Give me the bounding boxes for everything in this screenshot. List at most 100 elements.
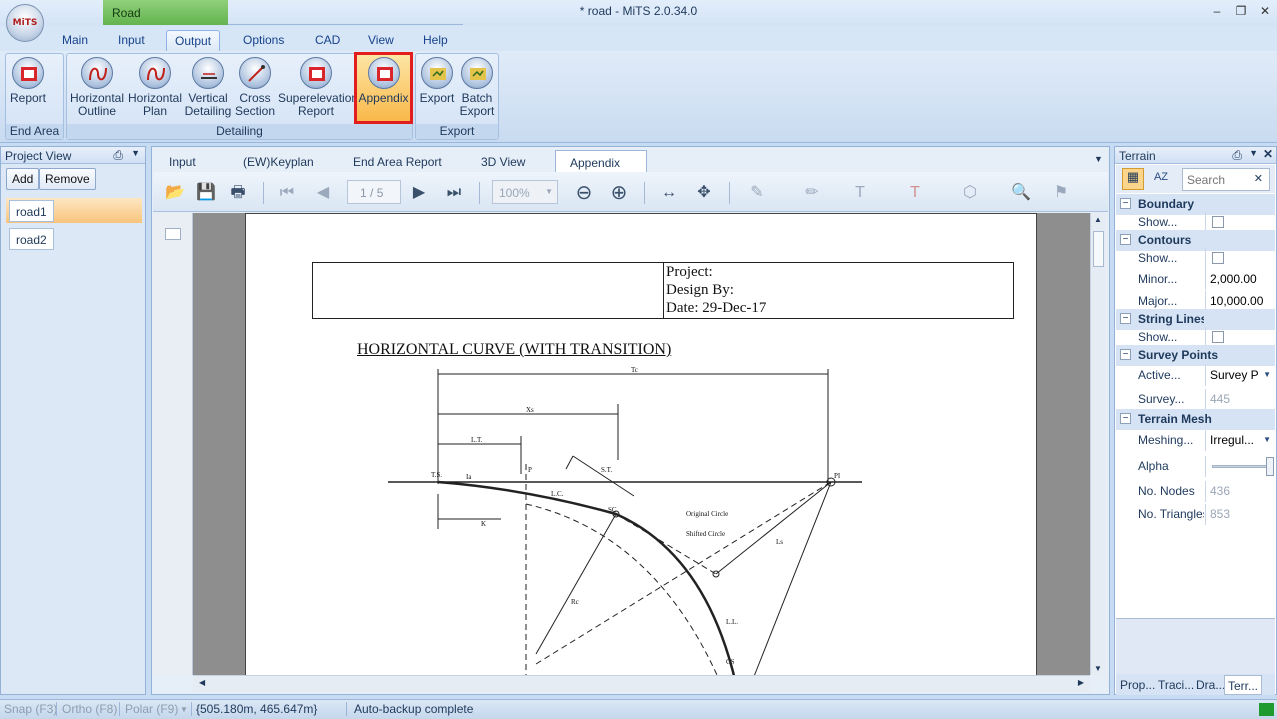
fit-width-icon[interactable]: ↔ bbox=[658, 182, 680, 204]
tab-options[interactable]: Options bbox=[235, 30, 292, 52]
label-ll: L.L. bbox=[726, 618, 738, 626]
button-label: Detailing bbox=[184, 104, 232, 118]
chevron-down-icon[interactable]: ▼ bbox=[1094, 154, 1103, 164]
zoom-out-icon[interactable]: ⊖ bbox=[573, 182, 595, 204]
button-label: Appendix bbox=[358, 91, 409, 105]
category-survey-points[interactable]: − Survey Points bbox=[1116, 345, 1275, 366]
fill-icon[interactable]: ⚑ bbox=[1050, 182, 1072, 204]
list-item[interactable]: road2 bbox=[9, 228, 54, 250]
ortho-toggle[interactable]: Ortho (F8) bbox=[62, 702, 117, 716]
strikeout-icon[interactable]: T bbox=[904, 182, 926, 204]
first-page-icon[interactable]: ⏮ bbox=[276, 182, 298, 204]
tab-terrain[interactable]: Terr... bbox=[1224, 675, 1263, 695]
tab-help[interactable]: Help bbox=[415, 30, 456, 52]
print-icon[interactable]: 🖶 bbox=[227, 182, 249, 204]
shape-tool-icon[interactable]: ⬡ bbox=[959, 182, 981, 204]
scroll-up-icon[interactable]: ▲ bbox=[1094, 215, 1102, 224]
restore-button[interactable]: ❐ bbox=[1231, 4, 1251, 20]
tab-keyplan[interactable]: (EW)Keyplan bbox=[229, 150, 328, 172]
tab-properties[interactable]: Prop... bbox=[1117, 675, 1158, 695]
search-box[interactable]: ✕ bbox=[1182, 168, 1270, 191]
checkbox[interactable] bbox=[1212, 216, 1224, 228]
category-terrain-mesh[interactable]: − Terrain Mesh bbox=[1116, 409, 1275, 430]
minimize-button[interactable]: – bbox=[1207, 4, 1227, 20]
chevron-down-icon[interactable]: ▼ bbox=[131, 148, 140, 158]
thumbnail-icon[interactable] bbox=[165, 228, 181, 240]
highlighter-icon[interactable]: ✏ bbox=[801, 182, 823, 204]
panel-title: Terrain bbox=[1119, 149, 1156, 163]
collapse-icon[interactable]: − bbox=[1120, 313, 1131, 324]
tab-main[interactable]: Main bbox=[54, 30, 96, 52]
sort-alpha-icon[interactable]: AZ bbox=[1150, 168, 1172, 190]
horizontal-outline-button[interactable]: Horizontal Outline bbox=[69, 55, 125, 121]
polar-toggle[interactable]: Polar (F9) bbox=[125, 702, 178, 716]
alpha-slider[interactable] bbox=[1205, 456, 1275, 477]
fit-page-icon[interactable]: ✥ bbox=[693, 182, 715, 204]
tab-cad[interactable]: CAD bbox=[307, 30, 348, 52]
next-page-icon[interactable]: ▶ bbox=[408, 182, 430, 204]
slider-thumb[interactable] bbox=[1266, 457, 1274, 476]
export-button[interactable]: Export bbox=[418, 55, 456, 121]
vertical-scrollbar[interactable]: ▲ ▼ bbox=[1090, 213, 1106, 675]
tab-3d-view[interactable]: 3D View bbox=[467, 150, 539, 172]
pen-icon[interactable]: ✎ bbox=[746, 182, 768, 204]
page-indicator[interactable]: 1 / 5 bbox=[347, 180, 401, 204]
last-page-icon[interactable]: ⏭ bbox=[443, 182, 465, 204]
tab-view[interactable]: View bbox=[360, 30, 402, 52]
minor-value[interactable]: 2,000.00 bbox=[1205, 269, 1275, 290]
collapse-icon[interactable]: − bbox=[1120, 234, 1131, 245]
text-tool-icon[interactable]: T bbox=[849, 182, 871, 204]
collapse-icon[interactable]: − bbox=[1120, 349, 1131, 360]
remove-button[interactable]: Remove bbox=[39, 168, 96, 190]
active-select[interactable]: Survey P ▼ bbox=[1205, 365, 1275, 386]
zoom-select[interactable]: 100% ▼ bbox=[492, 180, 558, 204]
horizontal-plan-button[interactable]: Horizontal Plan bbox=[127, 55, 183, 121]
scroll-thumb[interactable] bbox=[1093, 231, 1104, 267]
categorized-icon[interactable]: ▦ bbox=[1122, 168, 1144, 190]
report-button[interactable]: Report bbox=[8, 55, 48, 121]
pin-icon[interactable]: ⎙ bbox=[113, 148, 123, 163]
clear-icon[interactable]: ✕ bbox=[1254, 172, 1263, 185]
group-label: Export bbox=[416, 124, 498, 139]
cross-section-button[interactable]: Cross Section bbox=[233, 55, 277, 121]
tab-output[interactable]: Output bbox=[166, 30, 221, 52]
save-icon[interactable]: 💾 bbox=[195, 182, 217, 204]
open-folder-icon[interactable]: 📂 bbox=[164, 182, 186, 204]
collapse-icon[interactable]: − bbox=[1120, 198, 1131, 209]
scroll-down-icon[interactable]: ▼ bbox=[1094, 664, 1102, 673]
tab-input-doc[interactable]: Input bbox=[155, 150, 210, 172]
search-input[interactable] bbox=[1187, 170, 1251, 190]
batch-export-button[interactable]: Batch Export bbox=[458, 55, 496, 121]
snap-toggle[interactable]: Snap (F3) bbox=[4, 702, 57, 716]
prop-minor: Minor... 2,000.00 bbox=[1116, 269, 1275, 290]
list-item[interactable]: road1 bbox=[9, 200, 54, 222]
chevron-down-icon[interactable]: ▼ bbox=[180, 705, 188, 714]
context-divider bbox=[228, 24, 463, 25]
zoom-in-icon[interactable]: ⊕ bbox=[608, 182, 630, 204]
tab-tracing[interactable]: Traci... bbox=[1155, 675, 1197, 695]
tab-appendix[interactable]: Appendix bbox=[555, 150, 647, 172]
prop-label: No. Triangles bbox=[1138, 507, 1204, 521]
scroll-right-icon[interactable]: ▶ bbox=[1078, 678, 1084, 687]
close-icon[interactable]: ✕ bbox=[1263, 147, 1273, 161]
tab-end-area-report[interactable]: End Area Report bbox=[339, 150, 456, 172]
collapse-icon[interactable]: − bbox=[1120, 413, 1131, 424]
horizontal-scrollbar[interactable]: ◀ ▶ bbox=[193, 675, 1090, 692]
category-label: Survey Points bbox=[1138, 348, 1218, 362]
add-button[interactable]: Add bbox=[6, 168, 40, 190]
scroll-left-icon[interactable]: ◀ bbox=[199, 678, 205, 687]
checkbox[interactable] bbox=[1212, 331, 1224, 343]
prev-page-icon[interactable]: ◀ bbox=[312, 182, 334, 204]
appendix-button[interactable]: Appendix bbox=[354, 52, 413, 124]
superelevation-report-button[interactable]: Superelevation Report bbox=[278, 55, 358, 121]
tab-input[interactable]: Input bbox=[110, 30, 153, 52]
vertical-detailing-button[interactable]: Vertical Detailing bbox=[184, 55, 232, 121]
app-menu-button[interactable]: MiTS bbox=[6, 4, 44, 42]
chevron-down-icon[interactable]: ▼ bbox=[1249, 148, 1258, 158]
meshing-select[interactable]: Irregul... ▼ bbox=[1205, 430, 1275, 451]
pin-icon[interactable]: ⎙ bbox=[1232, 148, 1242, 163]
checkbox[interactable] bbox=[1212, 252, 1224, 264]
close-button[interactable]: ✕ bbox=[1255, 4, 1275, 20]
search-icon[interactable]: 🔍 bbox=[1010, 182, 1032, 204]
triangles-value: 853 bbox=[1205, 504, 1275, 525]
